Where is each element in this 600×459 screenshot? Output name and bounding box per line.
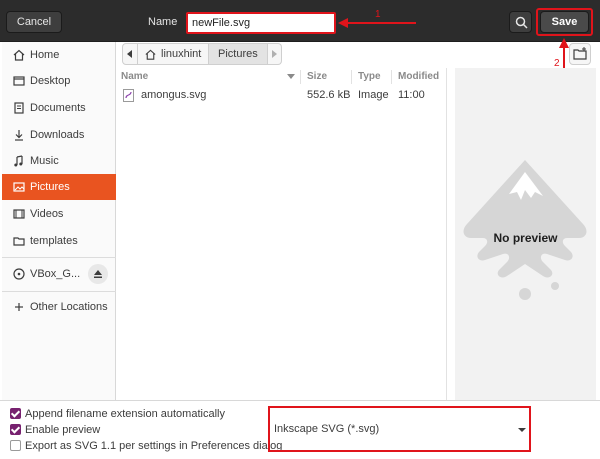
file-list: Name Size Type Modified amongus.svg 552.… [117, 68, 446, 400]
sidebar-item-label: Pictures [30, 181, 70, 193]
sidebar-item-label: templates [30, 235, 78, 247]
sidebar-item-label: Home [30, 49, 60, 61]
sidebar-item-label: Downloads [30, 129, 85, 141]
sidebar-item-label: Desktop [30, 75, 71, 87]
path-segment-current[interactable]: Pictures [209, 43, 268, 65]
file-modified: 11:00 [398, 89, 425, 101]
column-divider [351, 70, 352, 84]
append-extension-checkbox[interactable] [10, 408, 21, 419]
file-name: amongus.svg [141, 89, 207, 101]
videos-icon [13, 209, 25, 219]
column-header-modified[interactable]: Modified [398, 71, 439, 82]
path-segment-home[interactable]: linuxhint [138, 43, 209, 65]
path-scroll-right-button[interactable] [268, 43, 282, 65]
column-header-name[interactable]: Name [121, 71, 148, 82]
no-preview-text: No preview [493, 231, 558, 245]
sidebar-item-downloads[interactable]: Downloads [2, 122, 116, 148]
header-bar: Cancel Name newFile.svg 1 Save [0, 0, 600, 42]
sidebar-item-home[interactable]: Home [2, 42, 116, 68]
preview-divider [446, 68, 447, 400]
sidebar-item-desktop[interactable]: Desktop [2, 68, 116, 94]
new-folder-icon [573, 47, 587, 60]
file-type-dropdown[interactable]: Inkscape SVG (*.svg) [274, 423, 379, 435]
column-header-type[interactable]: Type [358, 71, 381, 82]
sidebar-item-label: Documents [30, 102, 86, 114]
sidebar-item-label: Videos [30, 208, 64, 220]
column-divider [300, 70, 301, 84]
cancel-button[interactable]: Cancel [6, 11, 62, 33]
sidebar-item-device[interactable]: VBox_G... [2, 261, 116, 287]
sidebar-item-music[interactable]: Music [2, 148, 116, 174]
music-icon [14, 155, 23, 167]
search-button[interactable] [509, 11, 532, 33]
chevron-left-icon [127, 50, 132, 58]
annotation-number-1: 1 [375, 9, 381, 20]
export-svg11-checkbox[interactable] [10, 440, 21, 451]
file-size: 552.6 kB [307, 89, 351, 101]
documents-icon [14, 102, 24, 114]
column-divider [391, 70, 392, 84]
enable-preview-label: Enable preview [25, 424, 101, 436]
file-type: Image [358, 89, 389, 101]
export-svg11-label: Export as SVG 1.1 per settings in Prefer… [25, 440, 283, 452]
plus-icon [15, 303, 23, 311]
path-segment-label: Pictures [218, 48, 258, 60]
sidebar-item-label: Music [30, 155, 59, 167]
chevron-down-icon[interactable] [518, 428, 526, 432]
save-button[interactable]: Save [540, 11, 589, 33]
pictures-icon [13, 182, 25, 192]
path-scroll-left-button[interactable] [122, 43, 138, 65]
file-row[interactable]: amongus.svg 552.6 kB Image 11:00 [117, 88, 446, 104]
path-segment-label: linuxhint [161, 48, 202, 60]
places-sidebar: Home Desktop Documents Downloads Music P… [2, 42, 116, 400]
sidebar-item-documents[interactable]: Documents [2, 95, 116, 121]
desktop-icon [13, 76, 25, 86]
sidebar-separator [2, 257, 116, 258]
enable-preview-checkbox[interactable] [10, 424, 21, 435]
sidebar-item-other-locations[interactable]: Other Locations [2, 294, 116, 320]
eject-icon [94, 270, 102, 278]
eject-button[interactable] [88, 264, 108, 284]
sidebar-item-videos[interactable]: Videos [2, 201, 116, 227]
sidebar-separator [2, 291, 116, 292]
sort-down-icon [287, 74, 295, 79]
sidebar-item-pictures[interactable]: Pictures [2, 174, 116, 200]
svg-file-icon [123, 89, 134, 102]
new-folder-button[interactable] [569, 43, 591, 65]
column-header-size[interactable]: Size [307, 71, 327, 82]
search-icon [515, 16, 528, 29]
home-icon [145, 49, 156, 60]
append-extension-label: Append filename extension automatically [25, 408, 225, 420]
downloads-icon [15, 130, 23, 141]
home-icon [13, 49, 25, 61]
filename-input[interactable]: newFile.svg [186, 12, 336, 34]
sidebar-item-label: Other Locations [30, 301, 108, 313]
folder-icon [13, 237, 25, 246]
chevron-right-icon [272, 50, 277, 58]
sidebar-item-label: VBox_G... [30, 268, 81, 280]
name-label: Name [148, 16, 178, 28]
sidebar-item-templates[interactable]: templates [2, 228, 116, 254]
disc-icon [13, 268, 25, 280]
